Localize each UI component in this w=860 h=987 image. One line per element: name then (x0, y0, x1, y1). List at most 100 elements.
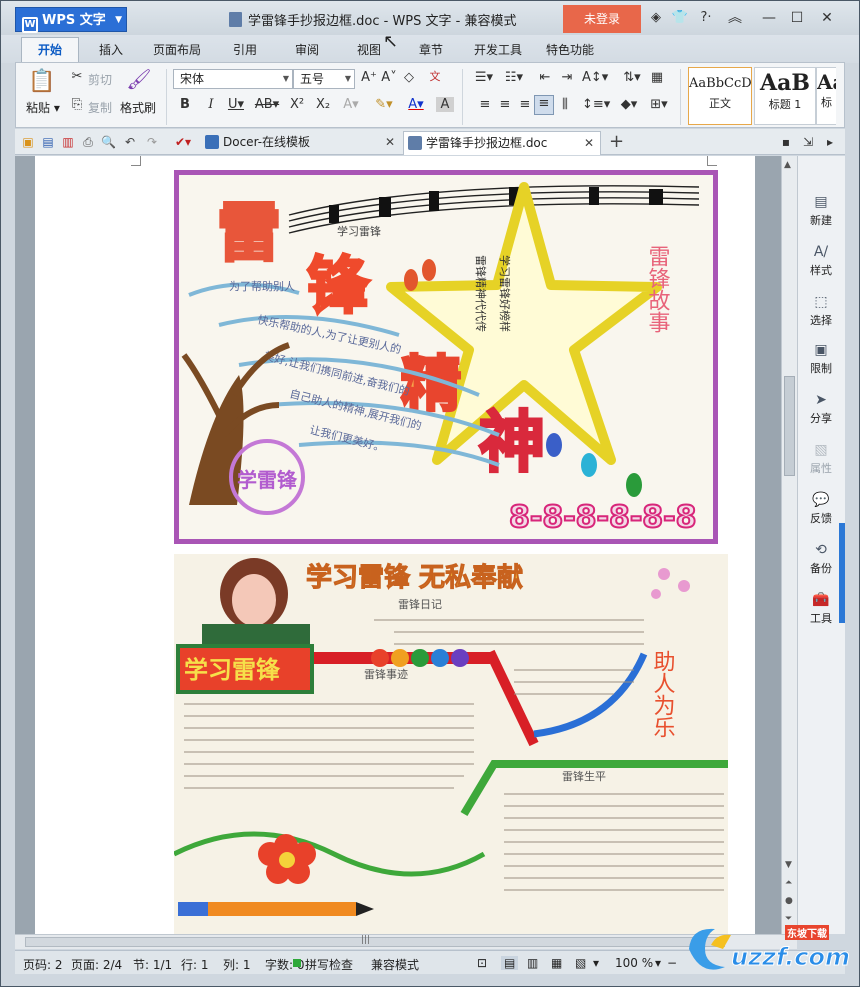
horizontal-scrollbar[interactable]: ||| (15, 934, 797, 949)
tab-developer[interactable]: 开发工具 (474, 41, 522, 58)
tab-home[interactable]: 开始 (21, 37, 80, 64)
sort-icon[interactable]: ⇅▾ (620, 70, 644, 85)
status-pages[interactable]: 页面: 2/4 (71, 956, 122, 973)
chevron-down-icon[interactable]: ▼ (785, 860, 792, 870)
document-page[interactable]: 雷锋精神代代传 学习雷锋好榜样 雷 锋 精 神 学习雷锋 为了帮助别人 快乐帮助… (35, 156, 755, 934)
shrink-font-icon[interactable]: A˅ (380, 70, 398, 85)
shading-icon[interactable]: ◆▾ (616, 97, 642, 112)
chevron-up-icon[interactable]: ▲ (784, 160, 791, 170)
paste-button[interactable]: 粘贴 ▾ (26, 99, 60, 116)
number-list-icon[interactable]: ☷▾ (502, 70, 526, 85)
char-shading-icon[interactable]: A (436, 97, 454, 112)
status-page[interactable]: 页码: 2 (23, 956, 63, 973)
panel-collapse-handle[interactable] (839, 523, 845, 623)
superscript-icon[interactable]: X² (288, 97, 306, 112)
redo-icon[interactable]: ↷ (145, 135, 159, 149)
italic-icon[interactable]: I (202, 97, 220, 112)
paste-icon[interactable]: 📋 (28, 69, 55, 97)
undo-icon[interactable]: ↶ (123, 135, 137, 149)
subscript-icon[interactable]: X₂ (314, 97, 332, 112)
font-size-select[interactable]: 五号 ▼ (293, 69, 355, 89)
login-button[interactable]: 未登录 (563, 5, 641, 33)
page-view-icon[interactable]: ▤ (501, 956, 519, 970)
panel-tool[interactable]: 🧰 工具 (798, 592, 844, 626)
minimize-icon[interactable]: — (757, 8, 781, 28)
shirt-icon[interactable]: 👕 (671, 10, 689, 25)
style-normal[interactable]: AaBbCcD 正文 (688, 67, 752, 125)
pdf-icon[interactable]: ▥ (61, 135, 75, 149)
clear-format-icon[interactable]: ◇ (400, 70, 418, 85)
open-icon[interactable]: ▣ (21, 135, 35, 149)
status-row[interactable]: 行: 1 (181, 956, 209, 973)
distribute-icon[interactable]: ⫼ (556, 97, 574, 112)
tab-docer-online[interactable]: Docer-在线模板 ✕ (201, 131, 401, 155)
justify-icon[interactable]: ≡ (534, 95, 554, 115)
spell-check-button[interactable]: 拼写检查 (305, 956, 353, 973)
status-section[interactable]: 节: 1/1 (133, 956, 172, 973)
panel-restrict[interactable]: ▣ 限制 (798, 342, 844, 376)
more-icon[interactable]: ▸ (823, 135, 837, 149)
style-heading-1[interactable]: AaB 标题 1 (754, 67, 816, 125)
text-effect-icon[interactable]: A▾ (342, 97, 360, 112)
table-icon[interactable]: ▦ (648, 70, 666, 85)
panel-new[interactable]: ▤ 新建 (798, 194, 844, 228)
align-left-icon[interactable]: ≡ (476, 97, 494, 112)
border-icon[interactable]: ⊞▾ (646, 97, 672, 112)
scrollbar-thumb[interactable] (784, 376, 795, 476)
tab-view[interactable]: 视图 (357, 41, 381, 58)
save-icon[interactable]: ▤ (41, 135, 55, 149)
reading-view-icon[interactable]: ▧ (575, 956, 586, 970)
close-tab-icon[interactable]: ✕ (385, 131, 395, 153)
line-spacing-icon[interactable]: ↕≡▾ (582, 97, 610, 112)
decrease-indent-icon[interactable]: ⇤ (536, 70, 554, 85)
scissors-icon[interactable]: ✂ (68, 69, 86, 84)
highlight-icon[interactable]: ✎▾ (372, 97, 396, 112)
list-icon[interactable]: ▪ (779, 135, 793, 149)
font-color-icon[interactable]: A▾ (404, 97, 428, 112)
format-painter-button[interactable]: 格式刷 (120, 99, 156, 116)
underline-icon[interactable]: U▾ (224, 97, 248, 112)
new-tab-icon[interactable]: + (609, 131, 624, 152)
print-preview-icon[interactable]: 🔍 (101, 135, 116, 149)
vertical-scrollbar[interactable]: ▲ ▼ ⏶ ● ⏷ (781, 156, 797, 934)
maximize-icon[interactable]: ☐ (785, 8, 809, 28)
tab-page-layout[interactable]: 页面布局 (153, 41, 201, 58)
document-area[interactable]: 雷锋精神代代传 学习雷锋好榜样 雷 锋 精 神 学习雷锋 为了帮助别人 快乐帮助… (15, 156, 781, 934)
tab-special[interactable]: 特色功能 (546, 41, 594, 58)
phonetic-icon[interactable]: 文 (426, 68, 444, 84)
print-icon[interactable]: ⎙ (81, 135, 95, 150)
close-tab-icon[interactable]: ✕ (584, 132, 594, 154)
panel-style[interactable]: A/样式 (798, 244, 844, 278)
export-icon[interactable]: ⇲ (801, 135, 815, 149)
browse-object-icon[interactable]: ● (785, 896, 793, 906)
cut-button[interactable]: 剪切 (88, 71, 112, 88)
bold-icon[interactable]: B (176, 97, 194, 112)
panel-feedback[interactable]: 💬 反馈 (798, 492, 844, 526)
copy-icon[interactable]: ⎘ (68, 97, 86, 112)
zoom-level[interactable]: 100 % (615, 956, 653, 970)
panel-backup[interactable]: ⟲ 备份 (798, 542, 844, 576)
panel-property[interactable]: ▧ 属性 (798, 442, 844, 476)
increase-indent-icon[interactable]: ⇥ (558, 70, 576, 85)
tab-chapter[interactable]: 章节 (419, 41, 443, 58)
fit-page-icon[interactable]: ⊡ (477, 956, 487, 970)
skin-icon[interactable]: ◈ (647, 10, 665, 25)
panel-share[interactable]: ➤ 分享 (798, 392, 844, 426)
copy-button[interactable]: 复制 (88, 99, 112, 116)
zoom-minus-icon[interactable]: − (667, 956, 677, 970)
scrollbar-thumb[interactable] (25, 937, 725, 947)
help-icon[interactable]: ?· (694, 10, 718, 25)
close-icon[interactable]: ✕ (815, 8, 839, 28)
app-menu-button[interactable]: W WPS 文字 ▼ (15, 7, 127, 33)
outline-view-icon[interactable]: ▥ (527, 956, 538, 970)
char-scaling-icon[interactable]: A↕▾ (582, 70, 608, 85)
tab-review[interactable]: 审阅 (295, 41, 319, 58)
customize-toolbar-icon[interactable]: ✔▾ (175, 135, 191, 149)
panel-select[interactable]: ⬚ 选择 (798, 294, 844, 328)
collapse-ribbon-icon[interactable]: ︽ (723, 8, 747, 28)
strikethrough-icon[interactable]: AB▾ (254, 97, 280, 112)
font-family-select[interactable]: 宋体 ▼ (173, 69, 293, 89)
align-center-icon[interactable]: ≡ (496, 97, 514, 112)
tab-current-doc[interactable]: 学雷锋手抄报边框.doc ✕ (403, 131, 601, 155)
status-col[interactable]: 列: 1 (223, 956, 251, 973)
